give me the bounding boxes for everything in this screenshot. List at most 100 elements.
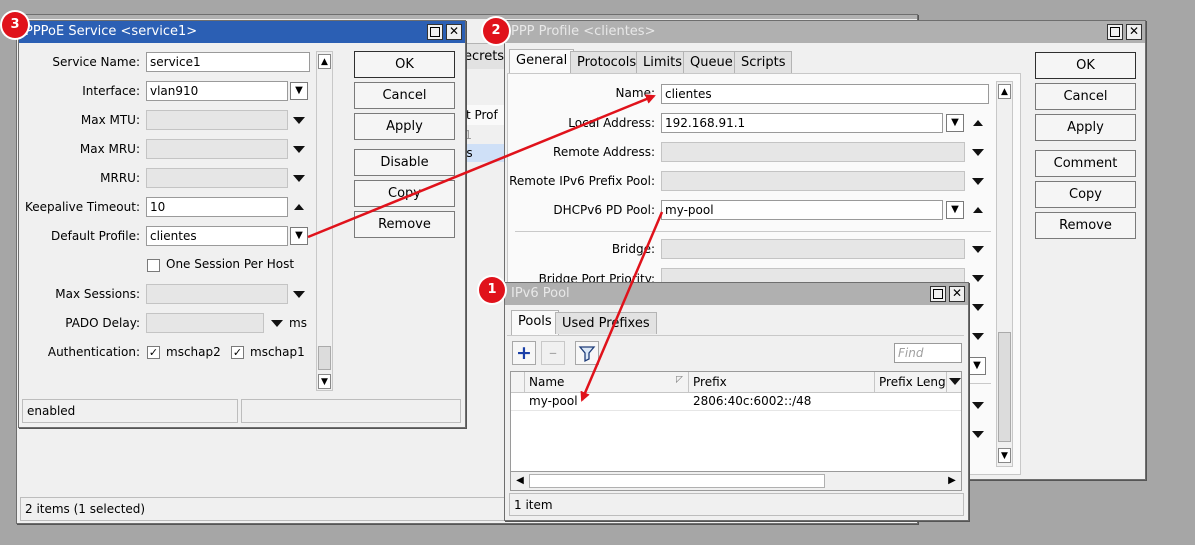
find-input[interactable]: Find bbox=[894, 343, 962, 363]
hidden-field-expand-icon-4[interactable] bbox=[972, 431, 984, 438]
pppoe-status-empty bbox=[241, 399, 461, 423]
close-button[interactable]: ✕ bbox=[1126, 24, 1142, 40]
remote-ipv6-field[interactable] bbox=[661, 171, 965, 191]
column-header-prefix[interactable]: Prefix bbox=[689, 372, 875, 392]
maximize-button[interactable] bbox=[1107, 24, 1123, 40]
max-sessions-field[interactable] bbox=[146, 284, 288, 304]
remove-button[interactable]: – bbox=[541, 341, 565, 365]
maximize-button[interactable] bbox=[427, 24, 443, 40]
mrru-expand-icon[interactable] bbox=[293, 175, 305, 182]
pado-delay-field[interactable] bbox=[146, 313, 264, 333]
background-window-titlebar bbox=[17, 15, 917, 19]
auth-mschap2-checkbox[interactable]: ✓ bbox=[147, 346, 160, 359]
scroll-up-icon[interactable]: ▲ bbox=[318, 54, 331, 69]
cancel-button[interactable]: Cancel bbox=[354, 82, 455, 109]
bridge-field[interactable] bbox=[661, 239, 965, 259]
tab-pools[interactable]: Pools bbox=[511, 310, 559, 335]
maximize-button[interactable] bbox=[930, 286, 946, 302]
max-sessions-label: Max Sessions: bbox=[55, 287, 140, 301]
default-profile-field[interactable]: clientes bbox=[146, 226, 288, 246]
tab-protocols[interactable]: Protocols bbox=[570, 51, 644, 73]
tab-queue[interactable]: Queue bbox=[683, 51, 740, 73]
scroll-thumb[interactable] bbox=[998, 332, 1011, 442]
default-profile-dropdown[interactable]: ▼ bbox=[290, 227, 308, 245]
bridge-port-expand-icon[interactable] bbox=[972, 275, 984, 282]
cancel-button[interactable]: Cancel bbox=[1035, 83, 1136, 110]
mrru-field[interactable] bbox=[146, 168, 288, 188]
filter-button[interactable] bbox=[575, 341, 599, 365]
service-name-field[interactable]: service1 bbox=[146, 52, 310, 72]
hidden-field-expand-icon-1[interactable] bbox=[972, 304, 984, 311]
max-mru-expand-icon[interactable] bbox=[293, 146, 305, 153]
hidden-field-dropdown[interactable]: ▼ bbox=[968, 357, 986, 375]
dhcpv6-remove-icon[interactable] bbox=[973, 207, 983, 213]
remote-address-expand-icon[interactable] bbox=[972, 149, 984, 156]
scroll-down-icon[interactable]: ▼ bbox=[318, 374, 331, 389]
max-sessions-expand-icon[interactable] bbox=[293, 291, 305, 298]
bridge-expand-icon[interactable] bbox=[972, 246, 984, 253]
max-mru-field[interactable] bbox=[146, 139, 288, 159]
dhcpv6-dropdown[interactable]: ▼ bbox=[946, 201, 964, 219]
ppp-profile-scrollbar[interactable]: ▲ ▼ bbox=[996, 81, 1013, 467]
remove-button[interactable]: Remove bbox=[1035, 212, 1136, 239]
default-profile-label: Default Profile: bbox=[50, 229, 140, 243]
dhcpv6-field[interactable]: my-pool bbox=[661, 200, 943, 220]
remove-button[interactable]: Remove bbox=[354, 211, 455, 238]
name-field[interactable]: clientes bbox=[661, 84, 989, 104]
scroll-down-icon[interactable]: ▼ bbox=[998, 448, 1011, 463]
comment-button[interactable]: Comment bbox=[1035, 150, 1136, 177]
pppoe-scrollbar[interactable]: ▲ ▼ bbox=[316, 51, 333, 391]
tab-scripts[interactable]: Scripts bbox=[734, 51, 793, 73]
column-header-name[interactable]: Name bbox=[525, 372, 689, 392]
pppoe-titlebar[interactable]: PPPoE Service <service1> bbox=[19, 21, 465, 43]
column-menu-icon[interactable] bbox=[949, 378, 961, 385]
remote-ipv6-expand-icon[interactable] bbox=[972, 178, 984, 185]
pado-delay-label: PADO Delay: bbox=[65, 316, 140, 330]
apply-button[interactable]: Apply bbox=[1035, 114, 1136, 141]
one-session-checkbox[interactable] bbox=[147, 259, 160, 272]
keepalive-field[interactable]: 10 bbox=[146, 197, 288, 217]
local-address-dropdown[interactable]: ▼ bbox=[946, 114, 964, 132]
keepalive-label: Keepalive Timeout: bbox=[24, 200, 140, 214]
ipv6-pool-status: 1 item bbox=[509, 493, 964, 516]
pado-delay-expand-icon[interactable] bbox=[271, 320, 283, 327]
apply-button[interactable]: Apply bbox=[354, 113, 455, 140]
max-mtu-field[interactable] bbox=[146, 110, 288, 130]
disable-button[interactable]: Disable bbox=[354, 149, 455, 176]
service-name-label: Service Name: bbox=[52, 55, 140, 69]
add-button[interactable]: + bbox=[512, 341, 536, 365]
table-row[interactable]: my-pool 2806:40c:6002::/48 bbox=[511, 392, 961, 411]
close-button[interactable]: ✕ bbox=[446, 24, 462, 40]
interface-field[interactable]: vlan910 bbox=[146, 81, 288, 101]
scroll-thumb[interactable] bbox=[529, 474, 825, 488]
copy-button[interactable]: Copy bbox=[1035, 181, 1136, 208]
max-mtu-expand-icon[interactable] bbox=[293, 117, 305, 124]
hidden-field-expand-icon-3[interactable] bbox=[972, 402, 984, 409]
tab-used-prefixes[interactable]: Used Prefixes bbox=[555, 312, 657, 334]
hidden-field-expand-icon-2[interactable] bbox=[972, 333, 984, 340]
scroll-left-icon[interactable]: ◀ bbox=[513, 473, 527, 489]
tab-general[interactable]: General bbox=[509, 49, 575, 74]
ipv6-pool-titlebar[interactable]: IPv6 Pool bbox=[505, 283, 968, 305]
ppp-profile-titlebar[interactable]: PPP Profile <clientes> bbox=[505, 21, 1145, 43]
interface-label: Interface: bbox=[82, 84, 140, 98]
interface-dropdown[interactable]: ▼ bbox=[290, 82, 308, 100]
scroll-right-icon[interactable]: ▶ bbox=[945, 473, 959, 489]
horizontal-scrollbar[interactable]: ◀ ▶ bbox=[510, 471, 962, 491]
remote-address-label: Remote Address: bbox=[553, 145, 655, 159]
copy-button[interactable]: Copy bbox=[354, 180, 455, 207]
close-button[interactable]: ✕ bbox=[949, 286, 965, 302]
plus-icon: + bbox=[516, 342, 532, 364]
ipv6-pool-window: IPv6 Pool ✕ Pools Used Prefixes + – Find… bbox=[479, 277, 969, 521]
auth-mschap1-checkbox[interactable]: ✓ bbox=[231, 346, 244, 359]
ok-button[interactable]: OK bbox=[1035, 52, 1136, 79]
column-header-prefix-length[interactable]: Prefix Lengt bbox=[875, 372, 947, 392]
local-address-remove-icon[interactable] bbox=[973, 120, 983, 126]
scroll-thumb[interactable] bbox=[318, 346, 331, 370]
remote-address-field[interactable] bbox=[661, 142, 965, 162]
local-address-field[interactable]: 192.168.91.1 bbox=[661, 113, 943, 133]
ok-button[interactable]: OK bbox=[354, 51, 455, 78]
scroll-up-icon[interactable]: ▲ bbox=[998, 84, 1011, 99]
tab-limits[interactable]: Limits bbox=[636, 51, 689, 73]
keepalive-remove-icon[interactable] bbox=[294, 204, 304, 210]
